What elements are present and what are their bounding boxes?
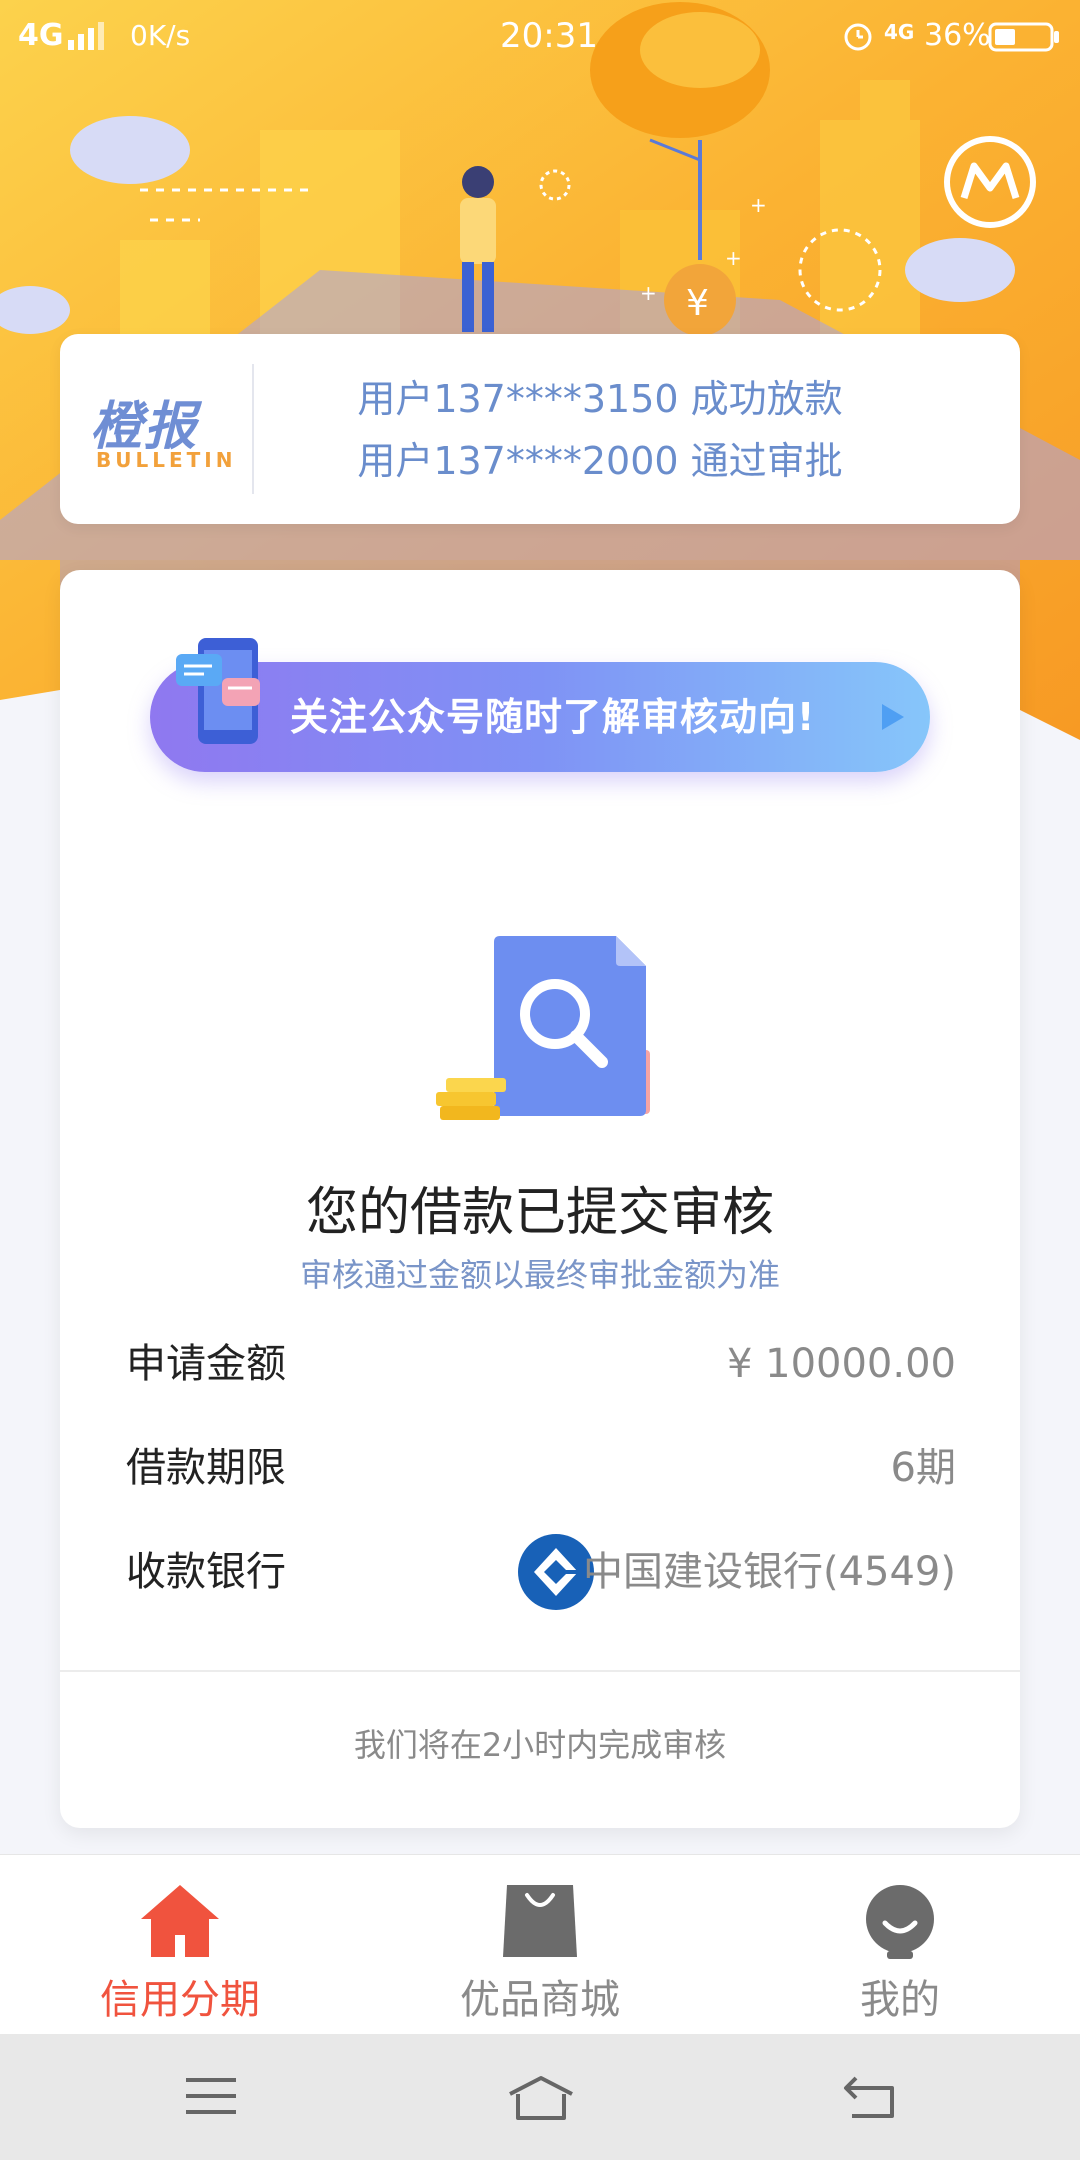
svg-text:+: + [725, 246, 742, 270]
term-value: 6期 [890, 1445, 956, 1491]
system-nav-bar [0, 2034, 1080, 2160]
svg-text:¥: ¥ [686, 283, 709, 324]
clock: 20:31 [500, 16, 598, 56]
phone-chat-icon [158, 626, 278, 760]
tab-label: 优品商城 [460, 1977, 620, 2023]
term-label: 借款期限 [126, 1445, 286, 1491]
battery-percent: 36% [924, 18, 991, 53]
follow-account-banner[interactable]: 关注公众号随时了解审核动向! [150, 638, 930, 772]
review-title: 您的借款已提交审核 [305, 1183, 774, 1243]
tab-label: 我的 [860, 1977, 940, 2023]
amount-label: 申请金额 [126, 1341, 286, 1387]
bottom-tab-bar: 信用分期 优品商城 我的 [0, 1854, 1080, 2034]
svg-text:+: + [750, 193, 767, 217]
review-time-note: 我们将在2小时内完成审核 [353, 1726, 727, 1764]
status-bar: 4G 0K/s 20:31 4G 36% [0, 0, 1080, 72]
amount-row: 申请金额 ¥ 10000.00 [126, 1334, 956, 1394]
bulletin-card: 橙报 BULLETIN 用户137****3150 成功放款 用户137****… [60, 334, 1020, 524]
bulletin-logo-sub: BULLETIN [96, 448, 237, 472]
alarm-icon [842, 20, 874, 61]
home-icon [137, 1881, 223, 1965]
review-subtitle: 审核通过金额以最终审批金额为准 [299, 1256, 780, 1294]
tab-mall[interactable]: 优品商城 [360, 1855, 720, 2035]
bulletin-divider [252, 364, 254, 494]
shopping-bag-icon [497, 1881, 583, 1965]
bulletin-line: 用户137****2000 通过审批 [357, 439, 843, 483]
profile-icon [857, 1881, 943, 1965]
bulletin-line: 用户137****3150 成功放款 [357, 377, 843, 421]
back-icon[interactable] [842, 2074, 896, 2124]
tab-mine[interactable]: 我的 [720, 1855, 1080, 2035]
bank-value: 中国建设银行(4549) [582, 1549, 956, 1595]
tab-label: 信用分期 [100, 1977, 260, 2023]
term-row: 借款期限 6期 [126, 1438, 956, 1498]
network-type: 4G [18, 18, 64, 53]
card-divider [60, 1670, 1020, 1672]
network-type-right: 4G [884, 20, 915, 44]
brand-logo-icon[interactable] [944, 136, 1036, 228]
signal-icon [66, 22, 106, 59]
menu-icon[interactable] [184, 2074, 238, 2122]
tab-credit-installment[interactable]: 信用分期 [0, 1855, 360, 2035]
bulletin-brand: 橙报 BULLETIN [90, 384, 270, 474]
net-speed: 0K/s [130, 19, 191, 52]
bulletin-ticker: 用户137****3150 成功放款 用户137****2000 通过审批 [260, 368, 940, 492]
home-nav-icon[interactable] [506, 2074, 576, 2126]
svg-text:+: + [640, 281, 657, 305]
bank-row: 收款银行 中国建设银行(4549) [126, 1534, 956, 1610]
play-arrow-icon [878, 702, 906, 736]
banner-text: 关注公众号随时了解审核动向! [290, 695, 816, 739]
bank-label: 收款银行 [126, 1549, 286, 1595]
review-status-card: 关注公众号随时了解审核动向! 您的借款已提交审核 审核通过金额以最终审批金额为准… [60, 570, 1020, 1828]
amount-value: ¥ 10000.00 [726, 1341, 956, 1387]
document-search-icon [410, 910, 670, 1154]
battery-icon [988, 22, 1060, 61]
